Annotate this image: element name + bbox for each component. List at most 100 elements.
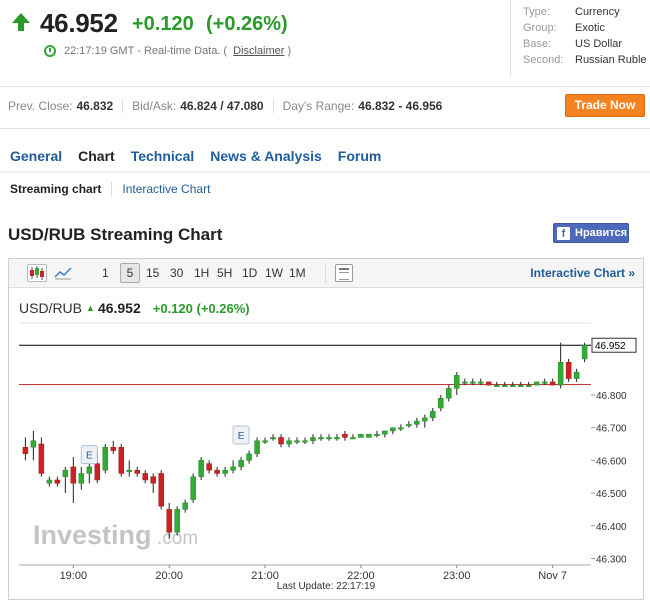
- subtab-interactive-chart[interactable]: Interactive Chart: [122, 182, 210, 196]
- info-row: Type: Currency: [523, 6, 620, 18]
- disclaimer-link[interactable]: Disclaimer: [233, 45, 284, 57]
- facebook-like-label: Нравится: [575, 227, 628, 239]
- y-tick-label: 46.400: [596, 522, 627, 533]
- candle-body: [517, 384, 524, 387]
- tab-chart[interactable]: Chart: [78, 148, 115, 164]
- last-price-tag-label: 46.952: [595, 341, 626, 352]
- candle-body: [438, 397, 444, 409]
- quote-header: 46.952 +0.120 (+0.26%) 22:17:19 GMT - Re…: [0, 0, 505, 76]
- tabs-divider: [0, 171, 650, 173]
- candle-body: [406, 424, 412, 427]
- candle-body: [509, 384, 516, 387]
- candle-body: [581, 344, 588, 360]
- candle-body: [206, 463, 212, 471]
- facebook-like-button[interactable]: f Нравится: [553, 223, 629, 243]
- candle-body: [22, 447, 29, 455]
- candle-body: [238, 460, 244, 468]
- candle-body: [454, 375, 460, 389]
- bid-ask-label: Bid/Ask:: [132, 99, 177, 113]
- facebook-icon: f: [557, 226, 570, 240]
- event-marker-label: E: [238, 431, 245, 442]
- days-range-label: Day's Range:: [282, 99, 355, 113]
- candle-body: [501, 384, 508, 387]
- candle-body: [270, 437, 276, 440]
- candle-body: [198, 460, 204, 477]
- candle-body: [334, 437, 340, 440]
- watermark-logo: Investing: [33, 520, 152, 550]
- y-tick-label: 46.800: [596, 391, 627, 402]
- price-change-percent: (+0.26%): [206, 13, 288, 35]
- candle-body: [470, 381, 476, 384]
- quote-time: 22:17:19 GMT: [64, 45, 135, 57]
- candle-body: [294, 440, 300, 443]
- candle-body: [158, 473, 164, 507]
- candle-body: [134, 469, 140, 474]
- candle-body: [422, 417, 428, 422]
- disclaimer-open-paren: (: [223, 45, 228, 57]
- x-tick-label: 20:00: [155, 570, 183, 582]
- disclaimer-close-paren: ): [287, 45, 292, 57]
- candle-body: [374, 433, 380, 436]
- candle-body: [246, 453, 252, 461]
- candle-body: [549, 381, 556, 386]
- event-marker-label: E: [86, 451, 93, 462]
- price-chart: Investing .com46.30046.40046.50046.60046.…: [19, 322, 637, 592]
- candle-body: [126, 469, 132, 472]
- chart-subtabs: Streaming chart Interactive Chart: [10, 182, 210, 196]
- candle-body: [70, 466, 77, 484]
- candle-body: [222, 469, 228, 474]
- x-tick-label: 19:00: [60, 570, 88, 582]
- tab-technical[interactable]: Technical: [131, 148, 195, 164]
- candle-body: [262, 440, 268, 443]
- candle-body: [190, 476, 196, 500]
- candle-body: [30, 440, 37, 448]
- info-row: Group: Exotic: [523, 22, 605, 34]
- candle-body: [94, 463, 101, 481]
- candle-body: [230, 466, 236, 471]
- y-tick-label: 46.600: [596, 456, 627, 467]
- page-title: USD/RUB Streaming Chart: [8, 225, 223, 244]
- tab-news-analysis[interactable]: News & Analysis: [210, 148, 322, 164]
- candle-body: [214, 469, 220, 474]
- candle-body: [302, 440, 308, 443]
- candle-body: [398, 427, 404, 430]
- tab-general[interactable]: General: [10, 148, 62, 164]
- candle-body: [342, 433, 348, 438]
- candle-body: [446, 388, 452, 399]
- bid-ask-value: 46.824 / 47.080: [180, 99, 264, 113]
- subtab-streaming-chart[interactable]: Streaming chart: [10, 182, 101, 196]
- info-row: Second: Russian Ruble: [523, 54, 647, 66]
- candle-body: [118, 447, 125, 474]
- candle-body: [86, 466, 93, 474]
- candle-body: [78, 473, 85, 484]
- candle-body: [142, 473, 148, 481]
- candle-body: [382, 430, 388, 435]
- arrow-up-icon: [12, 13, 30, 31]
- candle-body: [278, 437, 284, 445]
- tab-forum[interactable]: Forum: [338, 148, 382, 164]
- candle-body: [174, 509, 180, 533]
- candle-body: [182, 502, 188, 510]
- stats-bar: Prev. Close: 46.832 Bid/Ask: 46.824 / 47…: [8, 99, 442, 113]
- candle-body: [150, 476, 156, 484]
- candle-body: [46, 479, 53, 484]
- quote-time-row: 22:17:19 GMT - Real-time Data. ( Disclai…: [44, 45, 291, 57]
- candle-body: [533, 381, 540, 386]
- candle-body: [573, 371, 580, 379]
- price-change: +0.120: [132, 13, 194, 35]
- candle-body: [350, 437, 356, 440]
- candle-body: [462, 381, 468, 384]
- info-row: Base: US Dollar: [523, 38, 623, 50]
- candle-body: [478, 381, 484, 384]
- x-tick-label: 23:00: [443, 570, 471, 582]
- candle-body: [557, 361, 564, 386]
- candle-body: [110, 447, 117, 451]
- candle-body: [565, 361, 572, 379]
- candle-body: [485, 381, 492, 386]
- y-tick-label: 46.500: [596, 489, 627, 500]
- candle-body: [366, 433, 372, 438]
- candle-body: [54, 479, 61, 484]
- trade-now-button[interactable]: Trade Now: [565, 94, 645, 117]
- realtime-note: Real-time Data.: [144, 45, 221, 57]
- clock-icon: [44, 45, 56, 57]
